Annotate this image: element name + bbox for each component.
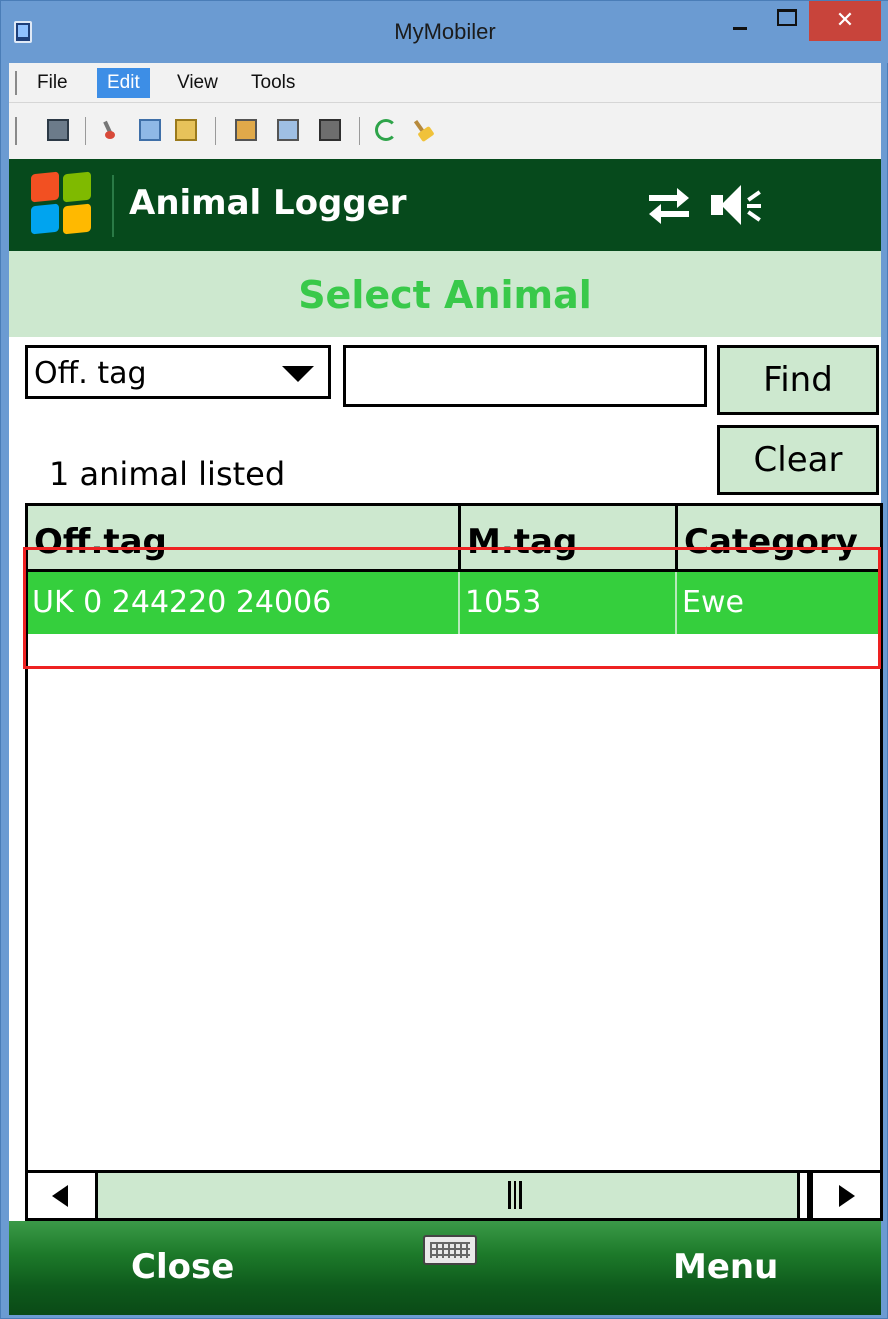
clear-button[interactable]: Clear bbox=[717, 425, 879, 495]
toolbar-separator bbox=[85, 117, 86, 145]
keyboard-icon[interactable] bbox=[423, 1235, 477, 1265]
search-input[interactable] bbox=[343, 345, 707, 407]
find-button[interactable]: Find bbox=[717, 345, 879, 415]
window-close-button[interactable]: ✕ bbox=[809, 1, 881, 41]
device-screen: Animal Logger Select Animal Off. tag Fin… bbox=[9, 159, 883, 1315]
dropdown-arrow-icon bbox=[282, 366, 314, 382]
screen3-icon[interactable] bbox=[319, 119, 341, 141]
screen1-icon[interactable] bbox=[235, 119, 257, 141]
menubar-grip bbox=[15, 71, 17, 95]
screen-title-band: Select Animal bbox=[9, 251, 881, 337]
refresh-icon[interactable] bbox=[375, 119, 397, 141]
paste-icon[interactable] bbox=[175, 119, 197, 141]
header-divider bbox=[112, 175, 114, 237]
menu-softkey[interactable]: Menu bbox=[673, 1247, 778, 1287]
menu-edit[interactable]: Edit bbox=[97, 68, 150, 98]
horizontal-scrollbar[interactable] bbox=[28, 1170, 880, 1218]
clean-icon[interactable] bbox=[413, 119, 435, 141]
screen-title: Select Animal bbox=[298, 273, 592, 317]
toolbar-separator bbox=[359, 117, 360, 145]
menu-view[interactable]: View bbox=[167, 68, 228, 98]
connectivity-icon[interactable] bbox=[649, 188, 689, 224]
selection-highlight-box bbox=[23, 547, 881, 669]
volume-icon[interactable] bbox=[711, 185, 771, 227]
toolbar-separator bbox=[215, 117, 216, 145]
scrollbar-track-edge[interactable] bbox=[800, 1173, 810, 1218]
menu-file[interactable]: File bbox=[27, 68, 78, 98]
cut-icon[interactable] bbox=[103, 119, 125, 141]
close-softkey[interactable]: Close bbox=[131, 1247, 234, 1287]
menu-bar: File Edit View Tools bbox=[9, 63, 881, 103]
scroll-left-icon[interactable] bbox=[28, 1173, 98, 1218]
app-header: Animal Logger bbox=[9, 159, 881, 251]
windows-start-icon[interactable] bbox=[31, 171, 93, 235]
menu-tools[interactable]: Tools bbox=[241, 68, 305, 98]
maximize-button[interactable] bbox=[763, 1, 809, 41]
toolbar bbox=[9, 103, 881, 159]
window-titlebar[interactable]: MyMobiler ✕ bbox=[1, 1, 888, 63]
search-field-dropdown[interactable]: Off. tag bbox=[25, 345, 331, 399]
mymobiler-window: MyMobiler ✕ File Edit View Tools Animal … bbox=[0, 0, 888, 1319]
copy-icon[interactable] bbox=[139, 119, 161, 141]
screen2-icon[interactable] bbox=[277, 119, 299, 141]
minimize-button[interactable] bbox=[717, 1, 763, 41]
scroll-right-icon[interactable] bbox=[810, 1173, 880, 1218]
scrollbar-thumb[interactable] bbox=[98, 1173, 800, 1218]
search-field-value: Off. tag bbox=[34, 356, 147, 391]
device-icon[interactable] bbox=[47, 119, 69, 141]
app-title: Animal Logger bbox=[129, 183, 407, 223]
result-count: 1 animal listed bbox=[49, 455, 286, 493]
scrollbar-grip-icon bbox=[508, 1181, 522, 1209]
toolbar-grip bbox=[15, 117, 17, 145]
soft-key-bar: Close Menu bbox=[9, 1221, 881, 1315]
